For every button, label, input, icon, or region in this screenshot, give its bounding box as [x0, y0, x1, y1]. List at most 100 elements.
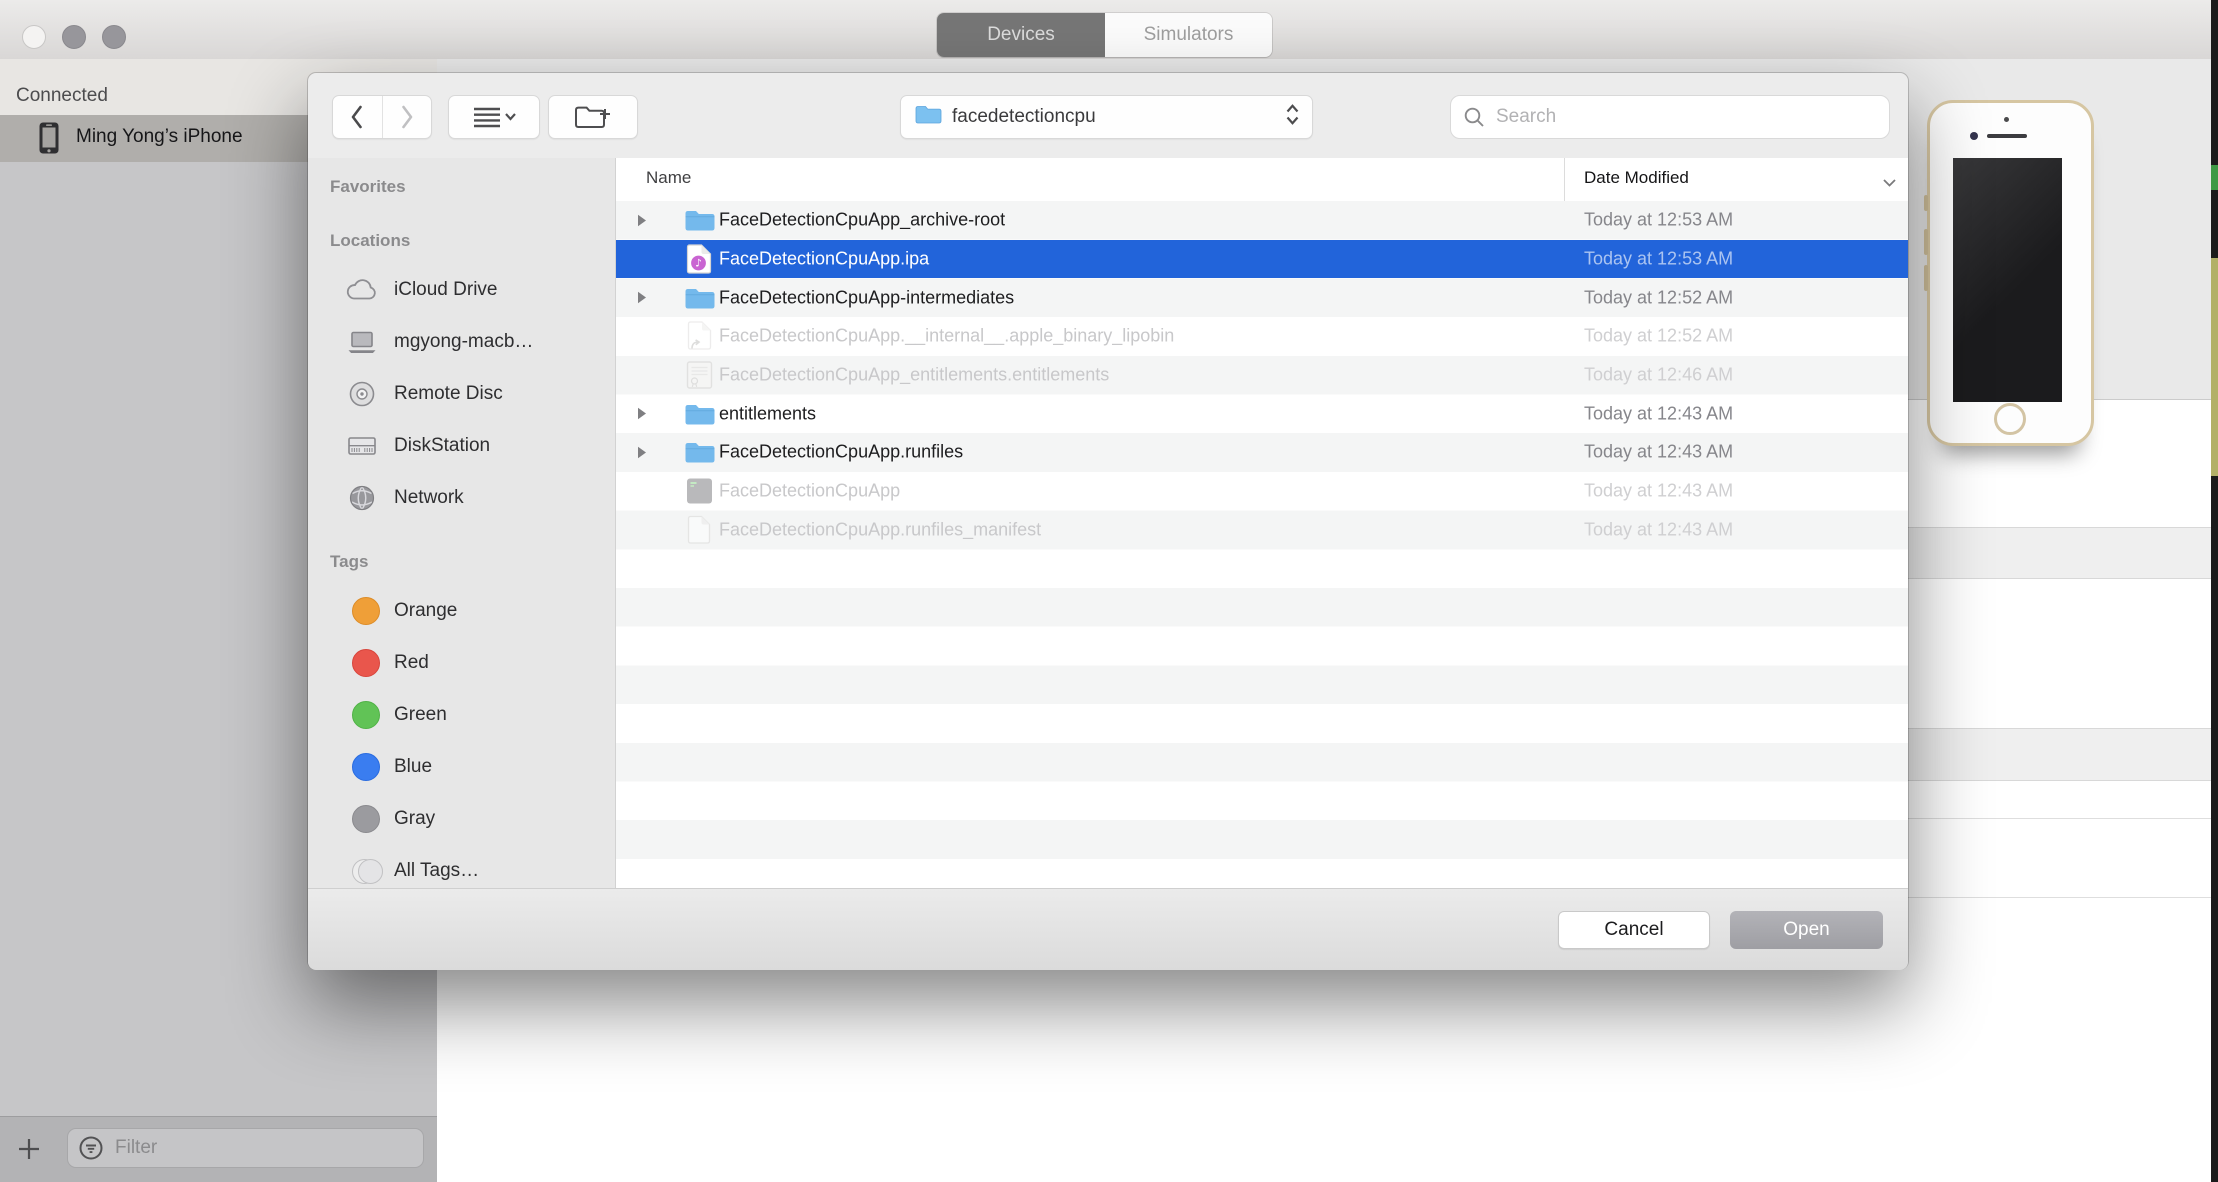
chevron-right-icon [398, 104, 416, 130]
file-row[interactable]: FaceDetectionCpuApp_archive-root Today a… [616, 201, 1908, 240]
disclosure-triangle-icon[interactable] [636, 445, 647, 465]
dialog-sidebar: Favorites Locations iCloud Drive mgyong-… [308, 158, 616, 888]
folder-icon [682, 440, 716, 464]
file-date: Today at 12:53 AM [1584, 249, 1733, 270]
list-header: Name Date Modified [616, 158, 1908, 202]
devices-window: Devices Simulators Connected Ming Yong’s… [0, 0, 2218, 1182]
executable-file-icon [682, 478, 716, 505]
column-header-date-modified[interactable]: Date Modified [1584, 168, 1689, 188]
add-device-button[interactable] [16, 1136, 44, 1164]
sidebar-item-macbook[interactable]: mgyong-macb… [308, 316, 615, 368]
file-name: FaceDetectionCpuApp_archive-root [719, 210, 1005, 231]
new-folder-icon [574, 103, 612, 131]
nav-button-group [332, 95, 432, 139]
disc-icon [346, 380, 378, 408]
file-name: FaceDetectionCpuApp [719, 481, 900, 502]
file-date: Today at 12:43 AM [1584, 519, 1733, 540]
disclosure-triangle-icon[interactable] [636, 213, 647, 233]
devices-simulators-segmented-control: Devices Simulators [937, 13, 1272, 57]
file-name: FaceDetectionCpuApp.runfiles [719, 442, 963, 463]
alias-file-icon [682, 321, 716, 352]
file-date: Today at 12:43 AM [1584, 481, 1733, 502]
sidebar-tag-red[interactable]: Red [308, 637, 615, 689]
green-tag-icon [352, 701, 380, 729]
file-list: Name Date Modified FaceDetectionCpuApp_a… [616, 158, 1908, 888]
device-preview-image [1927, 100, 2094, 446]
folder-icon [682, 208, 716, 232]
gray-tag-icon [352, 805, 380, 833]
filter-input[interactable] [113, 1136, 397, 1160]
folder-icon [915, 104, 942, 130]
sort-chevron-icon [1882, 175, 1897, 193]
laptop-icon [346, 331, 378, 354]
open-file-dialog: facedetectioncpu Favorites Locations iCl… [308, 73, 1908, 969]
sidebar-item-icloud-drive[interactable]: iCloud Drive [308, 264, 615, 316]
search-field[interactable] [1450, 95, 1890, 139]
disclosure-triangle-icon[interactable] [636, 290, 647, 310]
file-date: Today at 12:43 AM [1584, 442, 1733, 463]
cancel-button[interactable]: Cancel [1558, 911, 1710, 949]
file-name: FaceDetectionCpuApp-intermediates [719, 287, 1014, 308]
file-row-disabled: FaceDetectionCpuApp.runfiles_manifest To… [616, 511, 1908, 550]
path-dropdown[interactable]: facedetectioncpu [900, 95, 1313, 139]
sidebar-item-label: iCloud Drive [394, 279, 497, 301]
connected-section-label: Connected [16, 85, 108, 107]
file-row[interactable]: entitlements Today at 12:43 AM [616, 394, 1908, 433]
forward-button[interactable] [383, 96, 432, 138]
device-filter-field[interactable] [67, 1128, 424, 1168]
sidebar-item-remote-disc[interactable]: Remote Disc [308, 368, 615, 420]
sidebar-tag-blue[interactable]: Blue [308, 741, 615, 793]
sidebar-tag-gray[interactable]: Gray [308, 793, 615, 845]
tag-label: Green [394, 704, 447, 726]
tag-label: Gray [394, 808, 435, 830]
current-folder-name: facedetectioncpu [952, 106, 1285, 128]
file-date: Today at 12:46 AM [1584, 365, 1733, 386]
view-options-button[interactable] [448, 95, 540, 139]
file-rows: FaceDetectionCpuApp_archive-root Today a… [616, 201, 1908, 888]
file-row-disabled: FaceDetectionCpuApp_entitlements.entitle… [616, 356, 1908, 395]
filter-icon [77, 1134, 105, 1162]
column-header-name[interactable]: Name [646, 168, 691, 188]
file-date: Today at 12:43 AM [1584, 403, 1733, 424]
all-tags-icon [352, 859, 382, 883]
file-date: Today at 12:52 AM [1584, 326, 1733, 347]
sidebar-tag-green[interactable]: Green [308, 689, 615, 741]
sidebar-item-diskstation[interactable]: DiskStation [308, 420, 615, 472]
sidebar-bottom-bar [0, 1116, 437, 1182]
device-name: Ming Yong’s iPhone [76, 126, 243, 148]
column-divider[interactable] [1564, 158, 1565, 201]
open-button[interactable]: Open [1730, 911, 1883, 949]
tag-label: Orange [394, 600, 457, 622]
search-input[interactable] [1494, 105, 1878, 129]
tag-label: Blue [394, 756, 432, 778]
disclosure-triangle-icon[interactable] [636, 406, 647, 426]
file-name: FaceDetectionCpuApp.runfiles_manifest [719, 519, 1041, 540]
close-window-button[interactable] [22, 25, 46, 49]
sidebar-item-network[interactable]: Network [308, 472, 615, 524]
globe-icon [346, 484, 378, 512]
chevron-left-icon [348, 104, 366, 130]
minimize-window-button[interactable] [62, 25, 86, 49]
folder-icon [682, 286, 716, 310]
file-row[interactable]: FaceDetectionCpuApp.runfiles Today at 12… [616, 433, 1908, 472]
file-row-selected[interactable]: ♪ FaceDetectionCpuApp.ipa Today at 12:53… [616, 240, 1908, 279]
file-row-disabled: FaceDetectionCpuApp Today at 12:43 AM [616, 472, 1908, 511]
updown-chevrons-icon [1285, 103, 1300, 131]
tab-devices[interactable]: Devices [937, 13, 1105, 57]
ipa-file-icon: ♪ [682, 244, 716, 275]
file-name: FaceDetectionCpuApp.__internal__.apple_b… [719, 326, 1174, 347]
window-toolbar: Devices Simulators [0, 0, 2218, 60]
file-date: Today at 12:53 AM [1584, 210, 1733, 231]
orange-tag-icon [352, 597, 380, 625]
back-button[interactable] [333, 96, 383, 138]
sidebar-tag-orange[interactable]: Orange [308, 585, 615, 637]
file-name: FaceDetectionCpuApp_entitlements.entitle… [719, 365, 1109, 386]
sidebar-item-label: DiskStation [394, 435, 490, 457]
file-row[interactable]: FaceDetectionCpuApp-intermediates Today … [616, 278, 1908, 317]
locations-section-label: Locations [330, 231, 410, 251]
sidebar-item-label: Remote Disc [394, 383, 503, 405]
tab-simulators[interactable]: Simulators [1105, 13, 1272, 57]
file-name: entitlements [719, 403, 816, 424]
new-folder-button[interactable] [548, 95, 638, 139]
zoom-window-button[interactable] [102, 25, 126, 49]
